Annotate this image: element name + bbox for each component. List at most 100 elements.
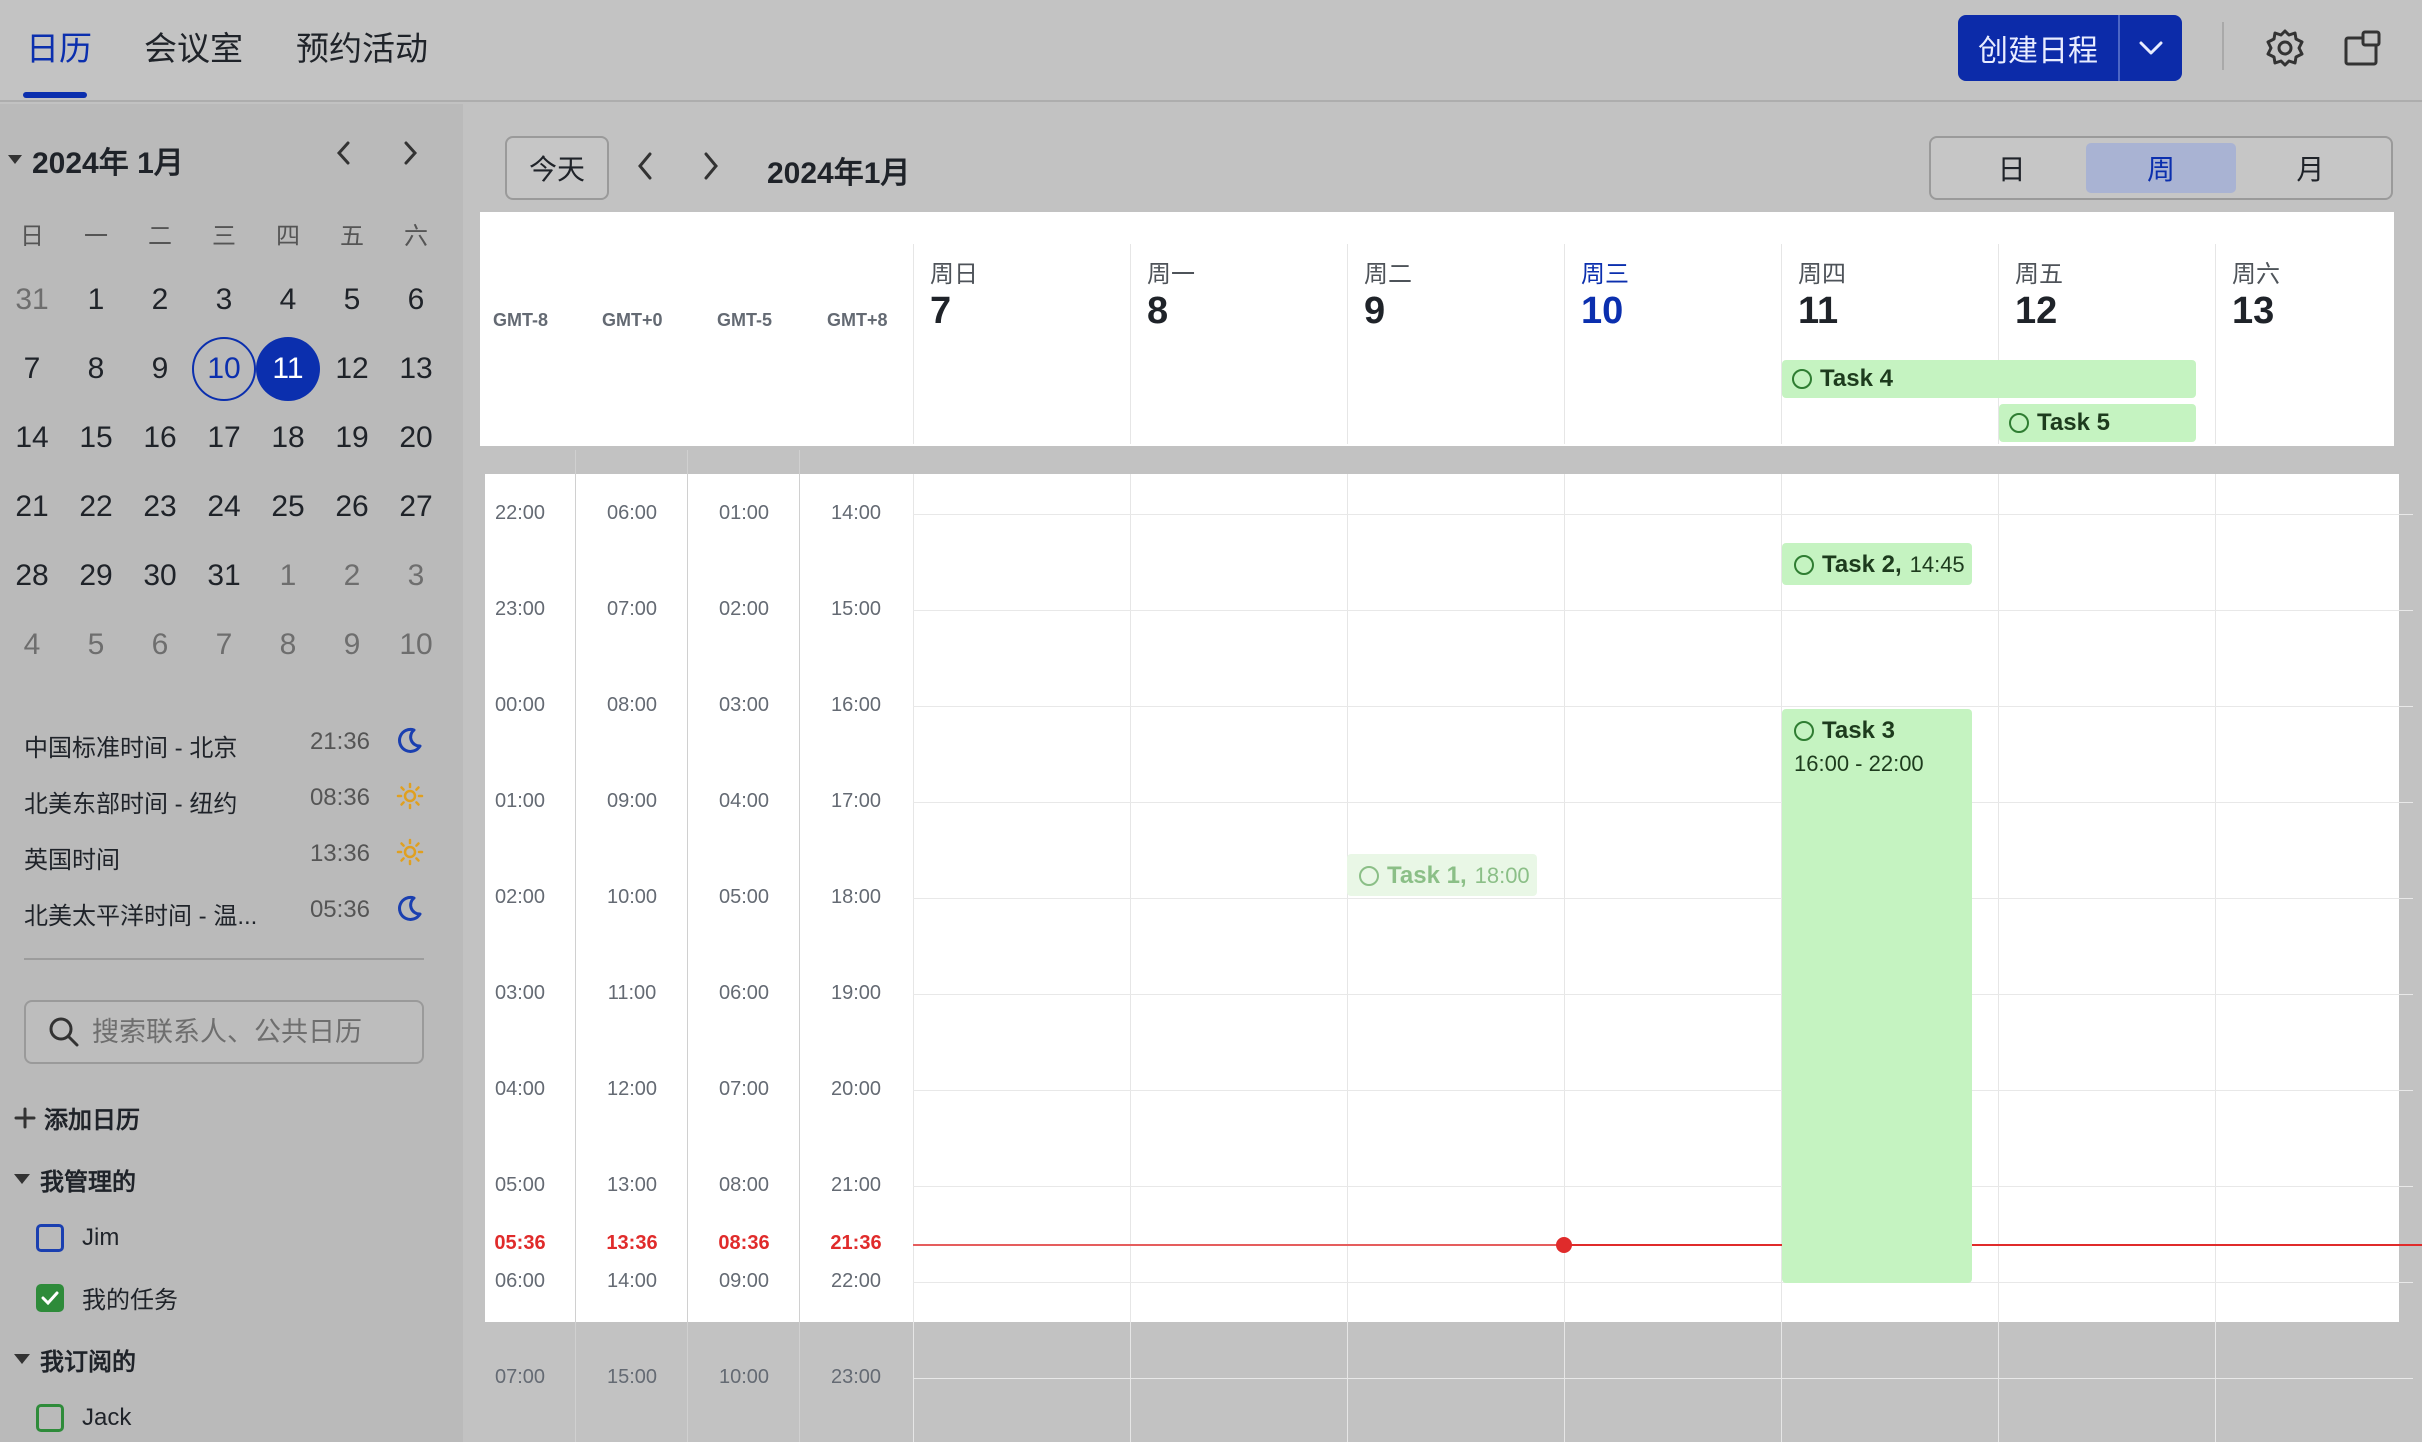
checkmark-icon [41,1291,59,1305]
open-window-icon[interactable] [2343,28,2383,68]
mini-calendar-day[interactable]: 21 [0,475,64,539]
tab-meeting-rooms[interactable]: 会议室 [144,22,243,70]
mini-calendar-day[interactable]: 4 [0,613,64,677]
calendar-checkbox[interactable] [36,1283,64,1312]
timezone-row[interactable]: 北美东部时间 - 纽约 08:36 [24,770,424,826]
mini-calendar-day[interactable]: 19 [320,406,384,470]
task-circle-icon[interactable] [2009,413,2029,433]
managed-section-toggle[interactable]: 我管理的 [14,1162,136,1197]
hour-label: 01:00 [494,790,546,812]
mini-calendar-day[interactable]: 6 [384,268,448,332]
calendar-checkbox[interactable] [36,1224,64,1252]
mini-calendar-day[interactable]: 23 [128,475,192,539]
mini-calendar-day[interactable]: 3 [192,268,256,332]
mini-calendar-day[interactable]: 26 [320,475,384,539]
timezone-row[interactable]: 英国时间 13:36 [24,826,424,882]
mini-calendar-day[interactable]: 24 [192,475,256,539]
mini-calendar-day[interactable]: 5 [320,268,384,332]
timezone-time: 21:36 [309,728,370,755]
mini-calendar-day[interactable]: 27 [384,475,448,539]
create-event-button[interactable]: 创建日程 [1958,15,2182,81]
mini-calendar-title[interactable]: 2024年 1月 [8,138,184,182]
calendar-item-my-tasks[interactable]: 我的任务 [36,1280,178,1315]
mini-calendar-day[interactable]: 18 [256,406,320,470]
mini-calendar-day[interactable]: 14 [0,406,64,470]
search-input[interactable] [92,1016,412,1048]
view-week-button[interactable]: 周 [2086,143,2236,193]
mini-calendar-day[interactable]: 3 [384,544,448,608]
mini-calendar-day[interactable]: 4 [256,268,320,332]
mini-calendar-day[interactable]: 6 [128,613,192,677]
timezone-row[interactable]: 北美太平洋时间 - 温... 05:36 [24,882,424,938]
day-header[interactable]: 周六 13 [2215,244,2422,444]
mini-calendar-day[interactable]: 5 [64,613,128,677]
mini-calendar-day[interactable]: 28 [0,544,64,608]
event-task-4[interactable]: Task 4 [1782,360,2196,398]
mini-calendar-prev-icon[interactable] [334,140,354,166]
mini-calendar-day[interactable]: 2 [320,544,384,608]
gear-icon[interactable] [2265,28,2305,68]
mini-calendar-day[interactable]: 31 [192,544,256,608]
day-header[interactable]: 周日 7 [913,244,1130,444]
event-task-3[interactable]: Task 3 16:00 - 22:00 [1782,709,1972,1283]
day-header[interactable]: 周一 8 [1130,244,1347,444]
task-circle-icon[interactable] [1794,721,1814,741]
previous-week-icon[interactable] [635,150,655,182]
event-task-5[interactable]: Task 5 [1999,404,2196,442]
task-circle-icon[interactable] [1359,866,1379,886]
mini-calendar-day[interactable]: 1 [64,268,128,332]
mini-calendar-day[interactable]: 10 [384,613,448,677]
mini-calendar-day[interactable]: 7 [192,613,256,677]
mini-calendar-day[interactable]: 8 [256,613,320,677]
timezone-row[interactable]: 中国标准时间 - 北京 21:36 [24,714,424,770]
mini-calendar-day[interactable]: 16 [128,406,192,470]
mini-calendar-day[interactable]: 20 [384,406,448,470]
mini-calendar-day[interactable]: 15 [64,406,128,470]
day-header-weekday: 周五 [2015,261,2063,288]
mini-calendar-day[interactable]: 9 [320,613,384,677]
add-calendar-button[interactable]: 添加日历 [14,1100,140,1135]
view-month-button[interactable]: 月 [2236,143,2385,193]
mini-calendar-day[interactable]: 11 [256,337,320,401]
mini-calendar-day[interactable]: 12 [320,337,384,401]
task-circle-icon[interactable] [1794,555,1814,575]
search-icon [49,1017,79,1047]
calendar-item-label: Jack [82,1404,132,1431]
day-header[interactable]: 周四 11 [1781,244,1998,444]
mini-calendar-day[interactable]: 7 [0,337,64,401]
event-task-1[interactable]: Task 1, 18:00 [1347,854,1537,896]
caret-down-icon [14,1353,30,1364]
task-circle-icon[interactable] [1792,369,1812,389]
chevron-down-icon [2139,41,2163,55]
mini-calendar-day[interactable]: 13 [384,337,448,401]
today-button[interactable]: 今天 [505,136,609,200]
view-day-button[interactable]: 日 [1937,143,2086,193]
mini-calendar-day[interactable]: 29 [64,544,128,608]
next-week-icon[interactable] [701,150,721,182]
day-header[interactable]: 周三 10 [1564,244,1781,444]
mini-calendar-day[interactable]: 17 [192,406,256,470]
calendar-item-jim[interactable]: Jim [36,1224,119,1252]
mini-calendar-day[interactable]: 31 [0,268,64,332]
mini-calendar-day[interactable]: 25 [256,475,320,539]
mini-calendar-day[interactable]: 30 [128,544,192,608]
current-time-label: 08:36 [718,1232,770,1254]
search-box[interactable] [24,1000,424,1064]
mini-calendar-day[interactable]: 8 [64,337,128,401]
day-header-date: 10 [1581,290,1624,332]
calendar-item-jack[interactable]: Jack [36,1404,131,1432]
mini-calendar-day[interactable]: 10 [192,337,256,401]
calendar-checkbox[interactable] [36,1404,64,1432]
create-dropdown-button[interactable] [2120,40,2182,56]
event-task-2[interactable]: Task 2, 14:45 [1782,543,1972,585]
mini-calendar-day[interactable]: 22 [64,475,128,539]
mini-calendar-next-icon[interactable] [400,140,420,166]
mini-calendar-day[interactable]: 9 [128,337,192,401]
tab-calendar[interactable]: 日历 [26,22,92,70]
subscribed-section-toggle[interactable]: 我订阅的 [14,1342,136,1377]
mini-calendar-day[interactable]: 1 [256,544,320,608]
sidebar: 2024年 1月 日 一 二 三 四 五 六 31 1 2 3 4 5 6 7 8 9 10 11 12… [0,104,463,1442]
day-header[interactable]: 周二 9 [1347,244,1564,444]
tab-booking[interactable]: 预约活动 [296,22,428,70]
mini-calendar-day[interactable]: 2 [128,268,192,332]
